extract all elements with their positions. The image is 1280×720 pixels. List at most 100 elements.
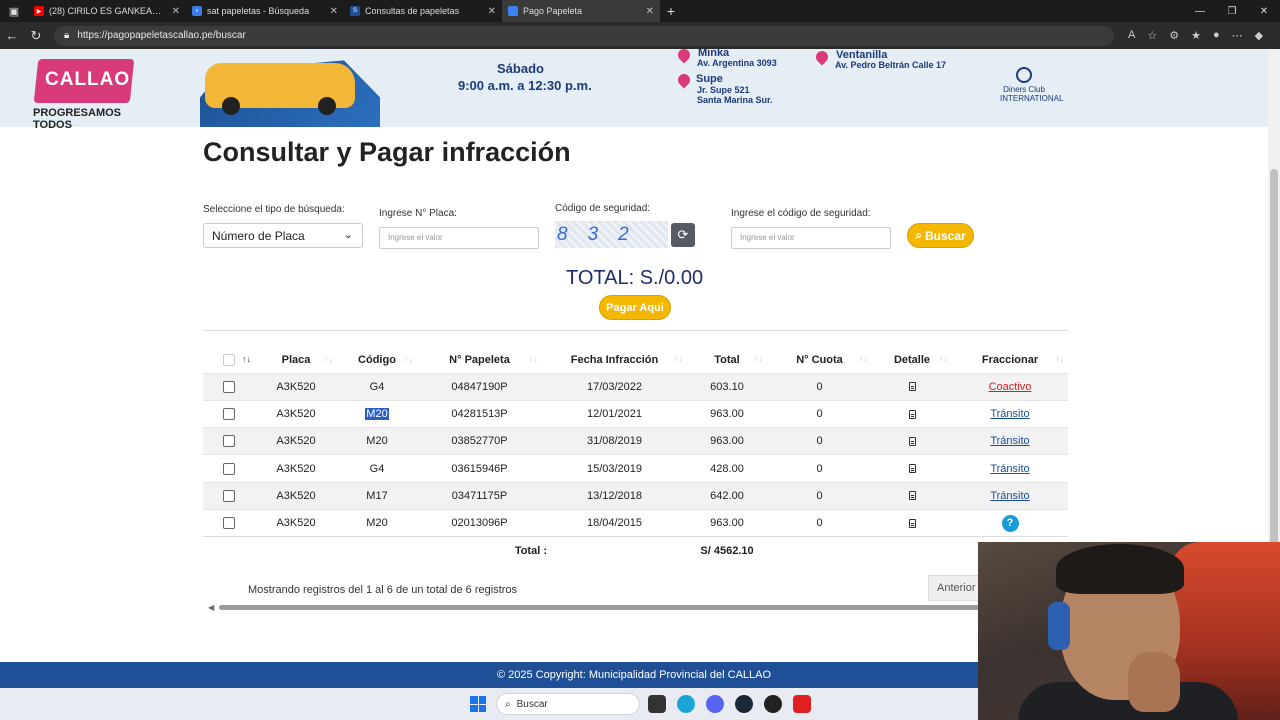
cell-cuota: 0 — [767, 454, 872, 483]
select-all-header[interactable]: ↑↓ — [203, 347, 255, 373]
scroll-thumb[interactable] — [219, 605, 979, 610]
copilot-icon[interactable]: ◆ — [1255, 29, 1263, 42]
tab-pago-papeleta[interactable]: Pago Papeleta ✕ — [502, 0, 660, 22]
row-checkbox[interactable] — [223, 462, 235, 475]
plate-label: Ingrese N° Placa: — [379, 208, 457, 219]
document-icon[interactable] — [908, 436, 916, 446]
read-aloud-icon[interactable]: A — [1128, 29, 1135, 42]
horizontal-scrollbar[interactable]: ◀ — [203, 602, 979, 612]
sort-icon: ↑↓ — [859, 354, 868, 364]
cell-fraccionar: Tránsito — [952, 399, 1068, 428]
document-icon[interactable] — [908, 518, 916, 528]
col-header[interactable]: Total ↑↓ — [687, 347, 767, 373]
location-address: Jr. Supe 521 Santa Marina Sur. — [697, 85, 773, 105]
cell-fecha: 31/08/2019 — [542, 427, 687, 455]
document-icon[interactable] — [908, 382, 916, 392]
col-header[interactable]: N° Papeleta ↑↓ — [417, 347, 542, 373]
url-field[interactable]: 🔒︎ https://pagopapeletascallao.pe/buscar — [54, 25, 1114, 46]
transito-link[interactable]: Tránsito — [990, 408, 1029, 420]
url-text: https://pagopapeletascallao.pe/buscar — [77, 30, 246, 41]
steam-icon[interactable] — [735, 695, 753, 713]
document-icon[interactable] — [908, 491, 916, 501]
discord-icon[interactable] — [706, 695, 724, 713]
sort-icon: ↑↓ — [754, 354, 763, 364]
total-label-cell: Total : — [203, 536, 547, 565]
taskbar-search[interactable]: ⌕ Buscar — [496, 693, 640, 715]
table-row: A3K520 M20 03852770P 31/08/2019 963.00 0… — [203, 427, 1068, 455]
cell-papeleta: 03615946P — [417, 454, 542, 483]
row-select-cell — [203, 508, 255, 537]
row-select-cell — [203, 454, 255, 483]
row-checkbox[interactable] — [223, 435, 235, 448]
minimize-icon[interactable]: — — [1184, 0, 1216, 22]
col-header[interactable]: Fraccionar ↑↓ — [952, 347, 1068, 373]
document-icon[interactable] — [908, 464, 916, 474]
search-button[interactable]: ⌕ Buscar — [907, 223, 974, 248]
total-amount: TOTAL: S./0.00 — [566, 267, 704, 289]
plate-input[interactable]: Ingrese el valor — [379, 227, 539, 249]
coactivo-link[interactable]: Coactivo — [989, 381, 1032, 393]
table-row: A3K520 M20 02013096P 18/04/2015 963.00 0… — [203, 508, 1068, 537]
refresh-captcha-button[interactable]: ⟳ — [671, 223, 695, 247]
transito-link[interactable]: Tránsito — [990, 435, 1029, 447]
tab-actions-icon[interactable]: ▣ — [0, 0, 28, 22]
back-icon[interactable]: ← — [0, 28, 24, 43]
cell-papeleta: 03852770P — [417, 427, 542, 455]
extensions-icon[interactable]: ⚙ — [1169, 29, 1179, 42]
cell-detalle — [872, 481, 952, 510]
col-header[interactable]: Código ↑↓ — [337, 347, 417, 373]
search-type-select[interactable]: Número de Placa ⌄ — [203, 223, 363, 248]
total-label: Total : — [514, 544, 547, 557]
help-icon[interactable]: ? — [1001, 514, 1019, 532]
reload-icon[interactable]: ↻ — [24, 28, 48, 44]
scroll-thumb[interactable] — [1270, 169, 1278, 589]
menu-icon[interactable]: ⋯ — [1232, 29, 1243, 42]
captcha-char: 8 — [557, 223, 568, 245]
close-window-icon[interactable]: ✕ — [1248, 0, 1280, 22]
sort-icon: ↑↓ — [674, 354, 683, 364]
select-all-checkbox[interactable] — [223, 353, 235, 366]
transito-link[interactable]: Tránsito — [990, 490, 1029, 502]
windows-start-icon[interactable] — [470, 696, 486, 712]
edge-icon[interactable] — [677, 695, 695, 713]
favorites-icon[interactable]: ★ — [1191, 29, 1201, 42]
col-header[interactable]: Placa ↑↓ — [255, 347, 337, 373]
maximize-icon[interactable]: ❐ — [1216, 0, 1248, 22]
favorite-icon[interactable]: ☆ — [1147, 29, 1157, 42]
tab-search[interactable]: ⌕ sat papeletas - Búsqueda ✕ — [186, 0, 344, 22]
tab-consultas[interactable]: S Consultas de papeletas ✕ — [344, 0, 502, 22]
close-tab-icon[interactable]: ✕ — [488, 6, 496, 17]
previous-page-button[interactable]: Anterior — [928, 575, 983, 601]
transito-link[interactable]: Tránsito — [990, 463, 1029, 475]
col-header[interactable]: Detalle ↑↓ — [872, 347, 952, 373]
row-checkbox[interactable] — [223, 517, 235, 530]
location-pin-icon — [675, 71, 693, 89]
security-code-input[interactable]: Ingrese el valor — [731, 227, 891, 249]
row-checkbox[interactable] — [223, 489, 235, 502]
row-checkbox[interactable] — [223, 380, 235, 393]
row-checkbox[interactable] — [223, 407, 235, 420]
security-code-placeholder: Ingrese el valor — [740, 233, 795, 242]
close-tab-icon[interactable]: ✕ — [646, 6, 654, 17]
page-icon — [508, 6, 518, 16]
close-tab-icon[interactable]: ✕ — [172, 6, 180, 17]
pay-button[interactable]: Pagar Aqui — [599, 295, 671, 320]
task-view-icon[interactable] — [648, 695, 666, 713]
new-tab-icon[interactable]: + — [660, 0, 682, 22]
cell-codigo: M20 — [337, 399, 417, 428]
col-header[interactable]: Fecha Infracción ↑↓ — [542, 347, 687, 373]
tab-youtube[interactable]: ▶ (28) CIRILO ES GANKEADO POR L ✕ — [28, 0, 186, 22]
cell-papeleta: 02013096P — [417, 508, 542, 537]
windows-taskbar: ⌕ Buscar — [0, 688, 978, 720]
scroll-left-icon[interactable]: ◀ — [208, 603, 214, 612]
document-icon[interactable] — [908, 409, 916, 419]
col-header[interactable]: N° Cuota ↑↓ — [767, 347, 872, 373]
profile-icon[interactable]: ● — [1213, 29, 1220, 42]
location-pin-icon — [675, 49, 693, 64]
cell-placa: A3K520 — [255, 481, 337, 510]
pdf-app-icon[interactable] — [793, 695, 811, 713]
cell-detalle — [872, 454, 952, 483]
close-tab-icon[interactable]: ✕ — [330, 6, 338, 17]
obs-icon[interactable] — [764, 695, 782, 713]
browser-toolbar-icons: A ☆ ⚙ ★ ● ⋯ ◆ — [1128, 29, 1263, 42]
